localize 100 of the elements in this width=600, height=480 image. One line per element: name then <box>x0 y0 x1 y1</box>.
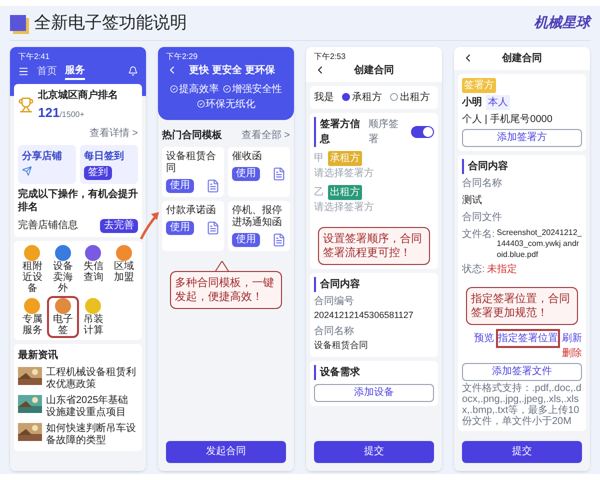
template-card[interactable]: 设备租赁合同 使用 <box>162 146 224 196</box>
start-contract-button[interactable]: 发起合同 <box>166 440 286 462</box>
role-radio[interactable]: 出租方 <box>390 90 430 104</box>
rank-title: 北京城区商户排名 <box>38 88 118 102</box>
feature-label: 提高效率 <box>179 82 219 96</box>
trophy-icon <box>18 96 34 113</box>
view-all-link[interactable]: 查看全部 > <box>241 128 290 142</box>
service-item[interactable]: 区域加盟 <box>110 245 138 294</box>
task-item: 完善店铺信息 <box>18 218 78 233</box>
service-item[interactable]: 租附近设备 <box>18 245 46 294</box>
template-card[interactable]: 催收函 使用 <box>228 146 290 196</box>
details-link[interactable]: 查看详情 > <box>89 126 138 141</box>
service-item[interactable]: 电子签 <box>48 298 77 336</box>
use-button[interactable]: 使用 <box>166 220 194 234</box>
service-icon <box>85 245 102 261</box>
signer-name: 小明 <box>462 96 482 110</box>
file-action-link[interactable]: 指定签署位置 <box>498 330 558 346</box>
field-value: 测试 <box>462 194 483 208</box>
submit-button[interactable]: 提交 <box>462 440 582 462</box>
field-value: 20241212145306581127 <box>314 308 414 322</box>
screen-title: 创建合同 <box>352 64 395 78</box>
template-name: 付款承诺函 <box>166 204 217 216</box>
submit-button[interactable]: 提交 <box>314 440 434 462</box>
signer-mark: 甲 <box>314 152 324 166</box>
template-name: 停机、报停进场通知函 <box>232 204 283 228</box>
service-item[interactable]: 失信查询 <box>79 245 108 294</box>
square-icon <box>10 14 26 31</box>
screen-title: 更快 更安全 更环保 <box>188 63 276 78</box>
role-tag: 出租方 <box>328 184 362 200</box>
service-item[interactable]: 专属服务 <box>18 298 46 336</box>
template-name: 催收函 <box>232 150 263 162</box>
add-equipment-button[interactable]: 添加设备 <box>314 384 434 402</box>
service-icon <box>85 298 102 314</box>
status-time: 下午2:41 <box>18 50 51 62</box>
check-icon <box>170 85 178 93</box>
field-label: 合同名称 <box>314 325 355 339</box>
signer-mark: 乙 <box>314 186 324 200</box>
menu-icon[interactable] <box>18 66 29 76</box>
service-icon <box>54 298 71 314</box>
section-title: 合同内容 <box>314 276 434 292</box>
service-icon <box>24 245 40 261</box>
field-label: 合同名称 <box>462 176 503 190</box>
news-title: 最新资讯 <box>18 348 59 363</box>
checkin-button[interactable]: 签到 <box>84 166 112 180</box>
signer-detail: 个人 | 手机尾号0000 <box>462 112 554 126</box>
check-icon <box>223 85 231 93</box>
field-label: 合同编号 <box>314 294 355 308</box>
tab[interactable]: 服务 <box>65 62 85 80</box>
status-label: 状态: <box>462 262 485 276</box>
service-icon <box>116 245 132 261</box>
role-radio[interactable]: 承租方 <box>342 90 382 104</box>
callout-bubble: 设置签署顺序，合同签署流程更可控！ <box>318 226 430 264</box>
status-time: 下午2:53 <box>314 50 347 62</box>
news-headline: 如何快速判断吊车设备故障的类型 <box>46 423 137 447</box>
role-tag: 承租方 <box>328 150 362 166</box>
rank-value: 121 <box>38 104 60 122</box>
field-label: 合同文件 <box>462 210 503 224</box>
section-title: 热门合同模板 <box>162 128 222 142</box>
bell-icon[interactable] <box>128 66 138 76</box>
screen-title: 创建合同 <box>500 52 543 66</box>
action-tile[interactable]: 每日签到 签到 <box>80 145 138 184</box>
callout-bubble: 多种合同模板，一键发起，便捷高效！ <box>170 270 282 308</box>
order-toggle[interactable] <box>410 126 434 138</box>
complete-button[interactable]: 去完善 <box>100 218 138 232</box>
tab[interactable]: 首页 <box>37 64 57 78</box>
file-action-link[interactable]: 删除 <box>562 346 582 360</box>
check-icon <box>196 100 204 108</box>
add-file-button[interactable]: 添加签署文件 <box>462 362 582 380</box>
template-name: 设备租赁合同 <box>166 150 217 174</box>
file-name: Screenshot_20241212_144403_com.ywkj android.blue.pdf <box>496 226 582 260</box>
news-headline: 山东省2025年基础设施建设重点项目 <box>46 395 130 419</box>
use-button[interactable]: 使用 <box>232 166 260 180</box>
file-name-label: 文件名: <box>462 228 495 242</box>
add-signer-button[interactable]: 添加签署方 <box>462 128 582 146</box>
share-icon <box>22 166 32 176</box>
file-action-link[interactable]: 刷新 <box>562 330 582 346</box>
signer-tag: 本人 <box>486 94 510 110</box>
task-title: 完成以下操作，有机会提升排名 <box>18 188 138 214</box>
file-format-hint: 文件格式支持：.pdf,.doc,.docx,.png,.jpg,.jpeg,.xls,.xlsx,.bmp,.txt等，最多上传10份文件，单文件小于20M <box>462 382 582 426</box>
service-item[interactable]: 吊装计算 <box>79 298 108 336</box>
action-tile[interactable]: 分享店铺 <box>18 145 76 184</box>
brand-logo: 机械星球 <box>534 13 590 32</box>
rank-total: /1500+ <box>60 108 84 120</box>
use-button[interactable]: 使用 <box>166 178 194 192</box>
document-icon <box>272 232 286 246</box>
template-card[interactable]: 停机、报停进场通知函 使用 <box>228 200 290 250</box>
service-icon <box>54 245 71 261</box>
use-button[interactable]: 使用 <box>232 232 260 246</box>
document-icon <box>206 178 220 192</box>
arrow-icon <box>140 211 160 241</box>
section-title: 合同内容 <box>462 158 582 174</box>
slide-title: 全新电子签功能说明 <box>34 12 188 34</box>
callout-bubble: 指定签署位置，合同签署更加规范！ <box>466 286 578 324</box>
feature-label: 增强安全性 <box>232 82 282 96</box>
section-title: 签署方信息 <box>314 116 368 146</box>
status-value: 未指定 <box>486 262 517 276</box>
file-action-link[interactable]: 预览 <box>474 330 494 346</box>
role-label: 我是 <box>314 90 334 104</box>
template-card[interactable]: 付款承诺函 使用 <box>162 200 224 250</box>
service-item[interactable]: 设备卖海外 <box>48 245 77 294</box>
